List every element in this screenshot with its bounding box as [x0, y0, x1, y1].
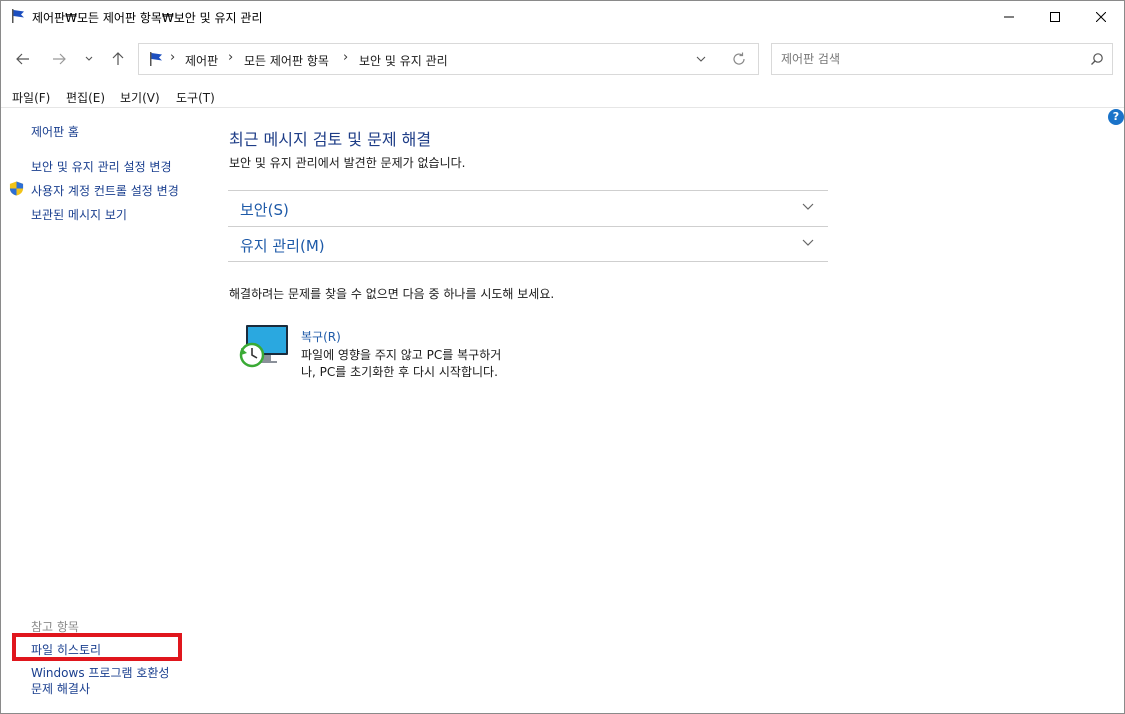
breadcrumb-all-items[interactable]: 모든 제어판 항목: [244, 52, 329, 69]
minimize-icon: [1004, 16, 1014, 17]
search-input[interactable]: [772, 44, 1072, 74]
sidebar-change-security-settings[interactable]: 보안 및 유지 관리 설정 변경: [31, 158, 172, 175]
back-button[interactable]: [12, 48, 34, 70]
sidebar-windows-compatibility[interactable]: Windows 프로그램 호환성: [31, 664, 169, 681]
menu-bar: 파일(F) 편집(E) 보기(V) 도구(T): [1, 87, 1124, 107]
section-maintenance[interactable]: 유지 관리(M): [228, 226, 828, 262]
title-bar: 제어판₩모든 제어판 항목₩보안 및 유지 관리: [1, 1, 1124, 32]
menu-view[interactable]: 보기(V): [120, 89, 160, 106]
chevron-down-icon: [802, 239, 814, 246]
refresh-icon[interactable]: [731, 51, 747, 67]
breadcrumb-control-panel[interactable]: 제어판: [185, 52, 218, 69]
arrow-left-icon: [16, 53, 29, 65]
maximize-icon: [1050, 11, 1060, 22]
recovery-icon[interactable]: [238, 324, 290, 370]
minimize-button[interactable]: [986, 1, 1032, 32]
address-history-chevron-icon[interactable]: [695, 50, 707, 68]
close-button[interactable]: [1078, 1, 1124, 32]
control-panel-flag-icon: [12, 9, 24, 23]
arrow-up-icon: [112, 52, 124, 65]
recovery-link[interactable]: 복구(R): [301, 328, 341, 345]
arrow-right-icon: [53, 53, 66, 65]
up-button[interactable]: [107, 48, 129, 70]
page-subtitle: 보안 및 유지 관리에서 발견한 문제가 없습니다.: [229, 156, 466, 170]
close-icon: [1096, 11, 1106, 22]
navigation-bar: › 제어판 › 모든 제어판 항목 › 보안 및 유지 관리: [1, 40, 1124, 78]
control-panel-flag-icon: [150, 52, 162, 66]
breadcrumb-security-maintenance[interactable]: 보안 및 유지 관리: [359, 52, 448, 69]
chevron-down-icon: [85, 56, 93, 61]
sidebar-troubleshooter[interactable]: 문제 해결사: [31, 680, 90, 697]
page-title: 최근 메시지 검토 및 문제 해결: [229, 130, 432, 149]
sidebar-view-archived-messages[interactable]: 보관된 메시지 보기: [31, 206, 127, 223]
search-box: [771, 43, 1113, 75]
breadcrumb-separator: ›: [170, 50, 176, 65]
section-security[interactable]: 보안(S): [228, 190, 828, 226]
section-security-label: 보안(S): [240, 201, 289, 219]
uac-shield-icon: [9, 181, 24, 196]
recent-locations-button[interactable]: [78, 48, 100, 70]
sidebar-control-panel-home[interactable]: 제어판 홈: [31, 123, 79, 140]
maximize-button[interactable]: [1032, 1, 1078, 32]
address-bar[interactable]: › 제어판 › 모든 제어판 항목 › 보안 및 유지 관리: [138, 43, 759, 75]
chevron-down-icon: [802, 203, 814, 210]
search-icon[interactable]: [1090, 52, 1104, 66]
troubleshoot-hint: 해결하려는 문제를 찾을 수 없으면 다음 중 하나를 시도해 보세요.: [229, 287, 555, 301]
window-title: 제어판₩모든 제어판 항목₩보안 및 유지 관리: [32, 11, 263, 25]
forward-button[interactable]: [48, 48, 70, 70]
menu-edit[interactable]: 편집(E): [66, 89, 105, 106]
menu-divider: [1, 107, 1124, 108]
menu-file[interactable]: 파일(F): [12, 89, 50, 106]
breadcrumb-separator: ›: [228, 50, 234, 65]
help-icon[interactable]: ?: [1108, 109, 1124, 125]
breadcrumb-separator: ›: [343, 50, 349, 65]
section-maintenance-label: 유지 관리(M): [240, 237, 325, 255]
control-panel-window: 제어판₩모든 제어판 항목₩보안 및 유지 관리 › 제어판 › 모든 제어판 …: [0, 0, 1125, 714]
sidebar-file-history[interactable]: 파일 히스토리: [31, 641, 101, 658]
recovery-description: 파일에 영향을 주지 않고 PC를 복구하거나, PC를 초기화한 후 다시 시…: [301, 348, 502, 379]
menu-tools[interactable]: 도구(T): [176, 89, 215, 106]
sidebar-change-uac-settings[interactable]: 사용자 계정 컨트롤 설정 변경: [31, 182, 179, 199]
